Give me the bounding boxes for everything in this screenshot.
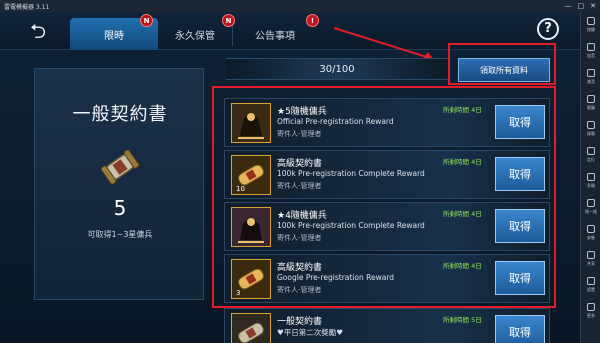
reward-description: 可取得1~3星傭兵 (87, 230, 153, 239)
mail-title: ★5隨機傭兵 (277, 107, 327, 117)
mail-sender: 寄件人-管理者 (277, 130, 322, 138)
mail-title: ★4隨機傭兵 (277, 211, 327, 221)
item-quantity: 3 (236, 289, 241, 297)
list-item: 3 高級契約書 Google Pre-registration Reward 寄… (224, 254, 550, 303)
screenshot-icon (587, 95, 595, 103)
tool-label: 設置 (587, 287, 595, 292)
record-icon (587, 121, 595, 129)
minimize-button[interactable]: — (565, 2, 572, 10)
tool-label: 錄製 (587, 131, 595, 136)
contract-scroll-icon: 10 (231, 155, 271, 195)
tool-label: 共享 (587, 261, 595, 266)
notification-badge: N (222, 14, 235, 27)
reward-count: 5 (113, 196, 127, 220)
tool-label: 定位 (587, 157, 595, 162)
tool-apk-install[interactable]: 安裝 (581, 220, 600, 246)
list-item: 10 高級契約書 100k Pre-registration Complete … (224, 150, 550, 199)
close-button[interactable]: ✕ (590, 2, 596, 10)
claim-button[interactable]: 取得 (495, 315, 545, 343)
item-quantity: 10 (236, 185, 245, 193)
shake-icon (587, 199, 595, 207)
multi-instance-icon (587, 173, 595, 181)
mail-title: 一般契約書 (277, 317, 323, 327)
tool-shake[interactable]: 搖一搖 (581, 194, 600, 220)
tool-multi-instance[interactable]: 多開 (581, 168, 600, 194)
mail-list: ★5隨機傭兵 Official Pre-registration Reward … (220, 96, 552, 343)
volume-down-icon (587, 69, 595, 77)
mail-subtitle: Google Pre-registration Reward (277, 273, 395, 282)
claim-all-button[interactable]: 領取所有資料 (458, 58, 550, 82)
tool-screenshot[interactable]: 截圖 (581, 90, 600, 116)
tool-volume-up[interactable]: 加音 (581, 38, 600, 64)
contract-scroll-icon (231, 313, 271, 343)
tool-record[interactable]: 錄製 (581, 116, 600, 142)
tool-more[interactable]: 更多 (581, 298, 600, 324)
tool-label: 加音 (587, 53, 595, 58)
tool-location[interactable]: 定位 (581, 142, 600, 168)
mail-time-left: 所剩時間 4日 (443, 106, 482, 114)
game-screen: ⮌ 限時 N 永久保管 N 公告事項 ! ? 一般契約書 5 可取得1~3星傭兵… (0, 12, 580, 343)
contract-scroll-icon (100, 149, 140, 185)
maximize-button[interactable]: □ (578, 2, 585, 10)
tab-permanent[interactable]: 永久保管 (160, 18, 230, 50)
tool-label: 更多 (587, 313, 595, 318)
mail-subtitle: 100k Pre-registration Complete Reward (277, 169, 425, 178)
mail-sender: 寄件人-管理者 (277, 182, 322, 190)
window-controls: — □ ✕ (565, 0, 597, 12)
mail-counter: 30/100 (226, 58, 448, 80)
mercenary-silhouette (232, 104, 270, 142)
contract-scroll-icon: 3 (231, 259, 271, 299)
mail-title: 高級契約書 (277, 263, 323, 273)
scroll-art (232, 314, 270, 343)
mail-time-left: 所剩時間 4日 (443, 210, 482, 218)
apk-install-icon (587, 225, 595, 233)
claim-button[interactable]: 取得 (495, 105, 545, 139)
mail-sender: 寄件人-管理者 (277, 234, 322, 242)
list-item: 一般契約書 ♥平日第二次獎勵♥ 所剩時間 5日 取得 (224, 308, 550, 343)
reward-summary-panel: 一般契約書 5 可取得1~3星傭兵 (34, 68, 204, 300)
tool-label: 按鍵 (587, 27, 595, 32)
notification-badge: N (140, 14, 153, 27)
list-item: ★4隨機傭兵 100k Pre-registration Complete Re… (224, 202, 550, 251)
mail-subtitle: Official Pre-registration Reward (277, 117, 394, 126)
mail-time-left: 所剩時間 4日 (443, 158, 482, 166)
mail-time-left: 所剩時間 5日 (443, 316, 482, 324)
mercenary-icon (231, 103, 271, 143)
settings-icon (587, 277, 595, 285)
list-item: ★5隨機傭兵 Official Pre-registration Reward … (224, 98, 550, 147)
volume-up-icon (587, 43, 595, 51)
tool-label: 安裝 (587, 235, 595, 240)
tab-notices[interactable]: 公告事項 (240, 18, 310, 50)
tool-label: 搖一搖 (585, 209, 597, 214)
claim-button[interactable]: 取得 (495, 157, 545, 191)
help-button[interactable]: ? (537, 18, 559, 40)
tool-keyboard[interactable]: 按鍵 (581, 12, 600, 38)
mail-time-left: 所剩時間 4日 (443, 262, 482, 270)
tool-volume-down[interactable]: 減音 (581, 64, 600, 90)
more-icon (587, 303, 595, 311)
mail-count-text: 30/100 (319, 64, 355, 75)
share-icon (587, 251, 595, 259)
tool-settings[interactable]: 設置 (581, 272, 600, 298)
emulator-toolbar: 按鍵 加音 減音 截圖 錄製 定位 多開 搖一搖 安裝 共享 設置 更多 (580, 12, 600, 343)
keyboard-icon (587, 17, 595, 25)
location-icon (587, 147, 595, 155)
alert-badge: ! (306, 14, 319, 27)
tool-label: 減音 (587, 79, 595, 84)
mercenary-silhouette (232, 208, 270, 246)
mercenary-icon (231, 207, 271, 247)
mail-title: 高級契約書 (277, 159, 323, 169)
tool-label: 多開 (587, 183, 595, 188)
claim-button[interactable]: 取得 (495, 261, 545, 295)
tool-share[interactable]: 共享 (581, 246, 600, 272)
reward-title: 一般契約書 (72, 104, 168, 125)
emulator-titlebar: 雷電模擬器 3.11 — □ ✕ (0, 0, 600, 12)
mail-subtitle: ♥平日第二次獎勵♥ (277, 328, 343, 337)
back-button[interactable]: ⮌ (24, 20, 52, 42)
tool-label: 截圖 (587, 105, 595, 110)
mail-sender: 寄件人-管理者 (277, 286, 322, 294)
claim-button[interactable]: 取得 (495, 209, 545, 243)
mail-subtitle: 100k Pre-registration Complete Reward (277, 221, 425, 230)
emulator-title: 雷電模擬器 3.11 (4, 3, 50, 11)
